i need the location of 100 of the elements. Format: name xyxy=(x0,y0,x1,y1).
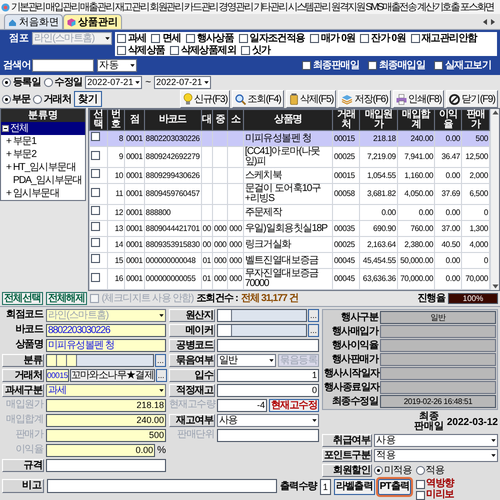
column-header[interactable]: 선택 xyxy=(90,110,108,130)
tab[interactable]: 상품관리 xyxy=(63,14,122,29)
tree-item[interactable]: + HT_임시부문대 xyxy=(1,161,85,174)
quantity-field[interactable]: 1 xyxy=(320,479,331,495)
dropdown[interactable]: 과세 xyxy=(46,384,166,397)
table-row[interactable]: 10 0001 8809299430626 스케치북 00015 1,054.55 1,160.00 0.00 2,000 xyxy=(90,168,490,184)
field-label-button[interactable]: 입수 xyxy=(169,369,215,382)
browse-button[interactable]: ... xyxy=(308,309,319,322)
tree-item[interactable]: + 부문2 xyxy=(1,148,85,161)
caret-icon[interactable] xyxy=(203,79,210,86)
toolbar-button[interactable]: 닫기(F9) xyxy=(446,90,498,108)
caret-icon[interactable] xyxy=(490,437,497,444)
menu-item[interactable]: 기타관리 xyxy=(253,0,287,14)
checkbox[interactable] xyxy=(238,34,248,42)
field-label-button[interactable]: 묶음여부 xyxy=(169,354,215,367)
number-field[interactable]: 500 xyxy=(46,429,166,442)
collapse-icon[interactable] xyxy=(2,125,9,132)
checkbox[interactable] xyxy=(91,206,100,215)
table-row[interactable]: 15 0001 000000000048 01 000 000 벨트진열대보증금 00045 45,454.55 50,000.00 0.00 0 xyxy=(90,252,490,268)
radio-button[interactable] xyxy=(33,94,42,104)
find-button[interactable]: 찾기 xyxy=(74,91,102,107)
number-field[interactable]: -4 xyxy=(217,399,267,412)
checkbox[interactable] xyxy=(360,34,370,42)
field-label-button[interactable]: 메이커 xyxy=(169,324,215,337)
checkbox[interactable] xyxy=(186,34,195,42)
checkbox[interactable] xyxy=(91,188,100,196)
menu-item[interactable]: 재고관리 xyxy=(114,0,148,14)
caret-icon[interactable] xyxy=(134,79,142,86)
dropdown[interactable]: 사용 xyxy=(217,414,319,427)
menu-item[interactable]: 원격지원 xyxy=(330,0,364,14)
field-label-button[interactable]: 회원할인 xyxy=(322,464,372,477)
column-header[interactable]: 매입원가 xyxy=(360,110,398,130)
field-label-button[interactable]: 분류 xyxy=(2,354,44,367)
checkbox[interactable] xyxy=(91,169,100,178)
checkbox[interactable] xyxy=(91,132,100,141)
text-field[interactable] xyxy=(217,339,319,352)
select-all-button[interactable]: 전체선택 xyxy=(2,292,43,305)
text-field[interactable] xyxy=(217,429,319,442)
browse-button[interactable]: ... xyxy=(156,369,167,382)
field-label-button[interactable]: 공병코드 xyxy=(169,339,215,352)
checkbox[interactable] xyxy=(91,238,100,247)
checkbox[interactable] xyxy=(410,34,420,42)
dropdown[interactable]: 사용 xyxy=(374,434,498,447)
column-header[interactable]: 대 xyxy=(201,110,212,130)
checkbox[interactable] xyxy=(170,46,179,54)
caret-icon[interactable] xyxy=(158,387,165,394)
menu-item[interactable]: 회원관리 xyxy=(149,0,184,14)
toolbar-button[interactable]: 저장(F6) xyxy=(338,90,391,108)
column-header[interactable]: 이익율 xyxy=(434,110,462,130)
remark-field[interactable] xyxy=(47,479,277,493)
number-field[interactable]: 0 xyxy=(217,384,319,397)
stock-edit-button[interactable]: 현재고수정 xyxy=(268,399,319,412)
checkbox[interactable] xyxy=(91,222,100,231)
column-header[interactable]: 바코드 xyxy=(144,110,202,130)
radio-button[interactable] xyxy=(2,78,11,87)
table-row[interactable]: 11 0001 8809459760457 문걸이 도어훅10구+리빙S 00058 3,681.82 4,050.00 37.69 6,500 xyxy=(90,184,490,204)
tree-item[interactable]: 전체 xyxy=(1,122,85,135)
table-row[interactable]: 13 0001 8809044421701 00 000 000 우일)일회용칫실18P 00035 690.90 760.00 37.00 1,300 xyxy=(90,220,490,236)
tree-item[interactable]: + 부문1 xyxy=(1,135,85,148)
field-label-button[interactable]: 거래처 xyxy=(2,369,44,382)
scroll-down-icon[interactable] xyxy=(492,284,498,289)
menu-item[interactable]: 카드관리 xyxy=(184,0,218,14)
vendor-name[interactable]: 꼬마와소나무★결제 xyxy=(70,369,155,382)
number-field[interactable]: 240.00 xyxy=(46,414,166,427)
menu-item[interactable]: 시스템관리 xyxy=(288,0,330,14)
toolbar-button[interactable]: 삭제(F5) xyxy=(286,90,336,108)
checkbox[interactable] xyxy=(416,480,426,488)
dropdown[interactable]: 적용 xyxy=(374,449,498,462)
table-row[interactable]: 14 0001 8809353915830 00 000 000 링크거실화 00025 2,163.64 2,380.00 40.50 4,000 xyxy=(90,236,490,252)
text-field[interactable]: 8802203030226 xyxy=(46,324,166,337)
caret-icon[interactable] xyxy=(268,357,276,364)
toolbar-button[interactable]: 신규(F3) xyxy=(180,90,230,108)
field-label-button[interactable]: 적정재고 xyxy=(169,384,215,397)
menu-item[interactable]: 매입관리 xyxy=(46,0,80,14)
column-header[interactable]: 상품명 xyxy=(243,110,333,130)
number-field[interactable]: 218.18 xyxy=(46,399,166,412)
field-label-button[interactable]: 원산지 xyxy=(169,309,215,322)
deselect-all-button[interactable]: 전체해제 xyxy=(46,292,87,305)
tree-item[interactable]: + 임시부문대 xyxy=(1,187,85,200)
table-row[interactable]: 9 0001 8809242692279 [CC41]아로마(나뭇잎)피 00025 7,219.09 7,941.00 36.47 12,500 xyxy=(90,146,490,168)
menu-item[interactable]: 계산기호출 xyxy=(416,0,459,14)
column-header[interactable]: 매입합계 xyxy=(397,110,435,130)
date-picker[interactable]: 2022-07-21 xyxy=(85,76,142,89)
checkbox[interactable] xyxy=(416,490,426,500)
checkbox[interactable] xyxy=(241,46,250,54)
print-button[interactable]: 라벨출력 xyxy=(334,479,375,495)
checkbox[interactable] xyxy=(91,150,100,160)
field-label-button[interactable]: 규격 xyxy=(2,459,44,472)
search-field[interactable] xyxy=(32,59,94,72)
radio-button[interactable] xyxy=(44,78,53,87)
checkbox[interactable] xyxy=(117,34,126,42)
scrollbar[interactable] xyxy=(490,109,499,290)
dropdown[interactable]: 일반 xyxy=(217,354,276,367)
checkbox[interactable] xyxy=(151,34,160,42)
category-field[interactable] xyxy=(46,354,154,367)
checkbox[interactable] xyxy=(310,34,319,42)
browse-button[interactable]: ... xyxy=(155,354,166,367)
checkbox[interactable] xyxy=(117,46,126,54)
menu-item[interactable]: 경영관리 xyxy=(218,0,252,14)
table-row[interactable]: 12 0001 888800 주문제작 0.00 0.00 0.00 0 xyxy=(90,204,490,220)
